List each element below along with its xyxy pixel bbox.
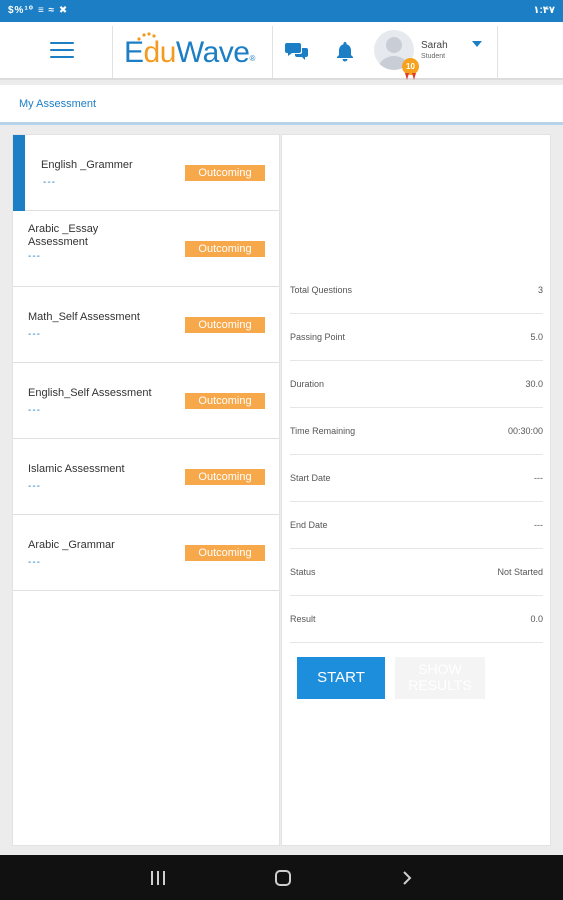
- assessment-item[interactable]: English_Self Assessment --- Outcoming: [13, 363, 279, 439]
- detail-value: 0.0: [530, 614, 543, 624]
- detail-row: Result 0.0: [290, 596, 543, 643]
- show-results-button[interactable]: SHOW RESULTS: [395, 657, 485, 699]
- detail-label: Duration: [290, 379, 325, 389]
- chat-bubbles-icon[interactable]: [285, 40, 309, 62]
- detail-label: Start Date: [290, 473, 331, 483]
- system-nav-bar: [0, 855, 563, 900]
- assessment-item[interactable]: Arabic _Grammar --- Outcoming: [13, 515, 279, 591]
- assessment-date: ---: [28, 405, 41, 416]
- detail-label: Total Questions: [290, 285, 353, 295]
- assessment-title: English_Self Assessment: [28, 387, 152, 399]
- status-badge: Outcoming: [185, 165, 265, 181]
- status-icons: $%¹⁰ ≡ ≈ ✖: [8, 5, 69, 16]
- breadcrumb: My Assessment: [0, 85, 563, 125]
- detail-row: Time Remaining 00:30:00: [290, 408, 543, 455]
- detail-label: End Date: [290, 520, 328, 530]
- status-time: ۱:۴۷: [533, 5, 555, 16]
- detail-row: End Date ---: [290, 502, 543, 549]
- detail-value: 00:30:00: [507, 426, 543, 436]
- header-divider: [272, 26, 273, 78]
- show-results-label-line2: RESULTS: [408, 677, 472, 693]
- assessment-date: ---: [28, 557, 41, 568]
- start-button[interactable]: START: [297, 657, 385, 699]
- recents-icon[interactable]: [151, 871, 167, 885]
- detail-label: Time Remaining: [290, 426, 356, 436]
- assessment-title: Arabic _Essay Assessment: [28, 223, 99, 248]
- status-badge: Outcoming: [185, 241, 265, 257]
- assessment-date: ---: [28, 251, 41, 262]
- assessment-title: Islamic Assessment: [28, 463, 125, 475]
- caret-down-icon[interactable]: [472, 41, 482, 47]
- detail-row: Status Not Started: [290, 549, 543, 596]
- detail-row: Duration 30.0: [290, 361, 543, 408]
- detail-label: Result: [290, 614, 316, 624]
- breadcrumb-my-assessment[interactable]: My Assessment: [19, 98, 96, 110]
- detail-value: 5.0: [530, 332, 543, 342]
- back-chevron-icon[interactable]: [400, 870, 414, 886]
- home-icon[interactable]: [275, 870, 291, 886]
- user-role: Student: [421, 53, 446, 60]
- status-badge: Outcoming: [185, 545, 265, 561]
- assessment-title: English _Grammer: [41, 159, 133, 171]
- assessment-item[interactable]: Math_Self Assessment --- Outcoming: [13, 287, 279, 363]
- detail-value: Not Started: [497, 567, 543, 577]
- eduwave-logo: EduWave®: [124, 32, 255, 72]
- header-divider: [497, 26, 498, 78]
- detail-value: 30.0: [525, 379, 543, 389]
- hamburger-menu-icon[interactable]: [50, 42, 74, 60]
- bell-icon[interactable]: [334, 40, 356, 62]
- show-results-label-line1: SHOW: [418, 661, 462, 677]
- logo-wave: Wave: [175, 36, 250, 69]
- assessment-title: Math_Self Assessment: [28, 311, 140, 323]
- detail-row: Start Date ---: [290, 455, 543, 502]
- user-name: Sarah: [421, 40, 448, 51]
- logo-registered: ®: [249, 54, 255, 63]
- detail-value: ---: [534, 473, 543, 483]
- assessment-date: ---: [28, 329, 41, 340]
- assessment-item[interactable]: English _Grammer --- Outcoming: [13, 135, 279, 211]
- detail-value: ---: [534, 520, 543, 530]
- ribbon-icon: [405, 73, 416, 80]
- detail-value: 3: [537, 285, 543, 295]
- detail-label: Status: [290, 567, 316, 577]
- detail-row: Total Questions 3: [290, 267, 543, 314]
- selected-indicator: [13, 135, 25, 211]
- assessment-list: English _Grammer --- Outcoming Arabic _E…: [12, 134, 280, 846]
- detail-row: Passing Point 5.0: [290, 314, 543, 361]
- status-badge: Outcoming: [185, 393, 265, 409]
- assessment-item[interactable]: Islamic Assessment --- Outcoming: [13, 439, 279, 515]
- app-header: EduWave® 10 Sarah Student: [0, 22, 563, 80]
- assessment-date: ---: [43, 177, 56, 188]
- status-bar: $%¹⁰ ≡ ≈ ✖ ۱:۴۷: [0, 0, 563, 22]
- assessment-item[interactable]: Arabic _Essay Assessment --- Outcoming: [13, 211, 279, 287]
- assessment-title: Arabic _Grammar: [28, 539, 115, 551]
- logo-dots-icon: [137, 32, 156, 41]
- status-badge: Outcoming: [185, 317, 265, 333]
- header-divider: [112, 26, 113, 78]
- assessment-date: ---: [28, 481, 41, 492]
- assessment-details: Total Questions 3 Passing Point 5.0 Dura…: [281, 134, 551, 846]
- detail-label: Passing Point: [290, 332, 346, 342]
- status-badge: Outcoming: [185, 469, 265, 485]
